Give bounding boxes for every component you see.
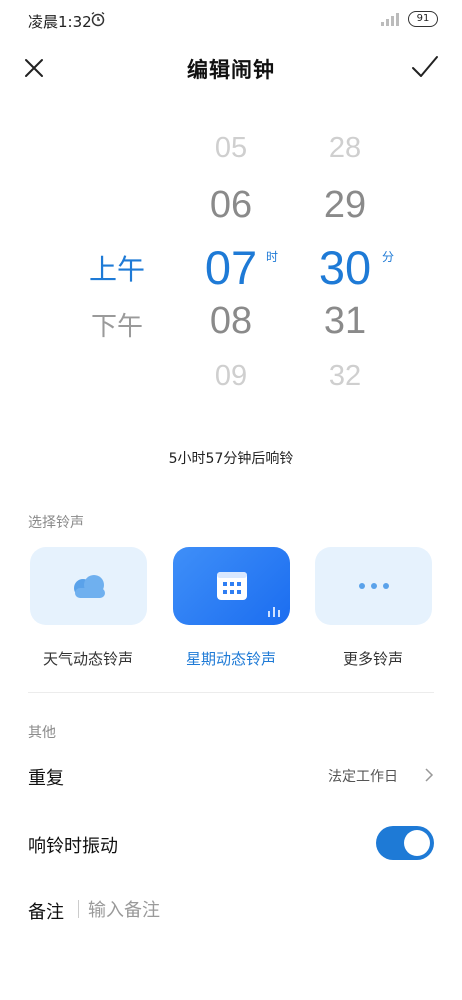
note-input[interactable]: [88, 896, 388, 924]
ringtone-more-tile[interactable]: [315, 547, 432, 625]
ringtone-weather-label[interactable]: 天气动态铃声: [18, 648, 158, 669]
note-separator: [78, 900, 79, 918]
ring-countdown-hint: 5小时57分钟后响铃: [168, 451, 294, 467]
hour-value[interactable]: 09: [190, 360, 272, 393]
hour-unit-label: 时: [266, 250, 279, 264]
minute-unit-label: 分: [382, 250, 395, 264]
ringtone-section-label: 选择铃声: [28, 515, 84, 531]
ringtone-more-label[interactable]: 更多铃声: [303, 648, 443, 669]
signal-icon: [381, 13, 399, 26]
section-divider: [28, 692, 434, 693]
sound-bars-icon: [268, 607, 280, 617]
more-dots-icon: [359, 583, 389, 589]
am-option[interactable]: 上午: [80, 248, 154, 288]
minute-wheel[interactable]: 28 29 30 31 32: [304, 120, 386, 410]
alarm-clock-icon: [91, 11, 105, 27]
header: 编辑闹钟: [0, 44, 462, 94]
toggle-knob: [404, 830, 430, 856]
status-bar: 凌晨1:32 91: [0, 0, 462, 40]
note-label: 备注: [28, 902, 64, 923]
minute-value[interactable]: 29: [304, 184, 386, 227]
page-title: 编辑闹钟: [187, 58, 275, 82]
vibrate-label: 响铃时振动: [28, 836, 118, 857]
battery-indicator: 91: [408, 11, 438, 27]
ringtone-week-label[interactable]: 星期动态铃声: [161, 648, 301, 669]
minute-value[interactable]: 32: [304, 360, 386, 393]
status-time: 凌晨1:32: [28, 13, 92, 31]
pm-option[interactable]: 下午: [80, 306, 154, 343]
hour-value[interactable]: 05: [190, 132, 272, 165]
time-picker: 上午 下午 05 06 07 08 09 时 28 29 30 31 32 分: [0, 120, 462, 410]
ringtone-week-tile[interactable]: [173, 547, 290, 625]
hour-value[interactable]: 08: [190, 300, 272, 343]
chevron-right-icon: [425, 768, 434, 782]
repeat-value: 法定工作日: [328, 769, 398, 785]
hour-value[interactable]: 06: [190, 184, 272, 227]
repeat-label: 重复: [28, 768, 64, 789]
calendar-icon: [217, 572, 247, 600]
cloud-icon: [74, 575, 105, 598]
hour-wheel[interactable]: 05 06 07 08 09: [190, 120, 272, 410]
ringtone-weather-tile[interactable]: [30, 547, 147, 625]
vibrate-toggle[interactable]: [376, 826, 434, 860]
other-section-label: 其他: [28, 725, 56, 741]
minute-value[interactable]: 28: [304, 132, 386, 165]
minute-value-selected[interactable]: 30: [304, 240, 386, 295]
check-icon[interactable]: [410, 54, 440, 80]
hour-value-selected[interactable]: 07: [190, 240, 272, 295]
minute-value[interactable]: 31: [304, 300, 386, 343]
